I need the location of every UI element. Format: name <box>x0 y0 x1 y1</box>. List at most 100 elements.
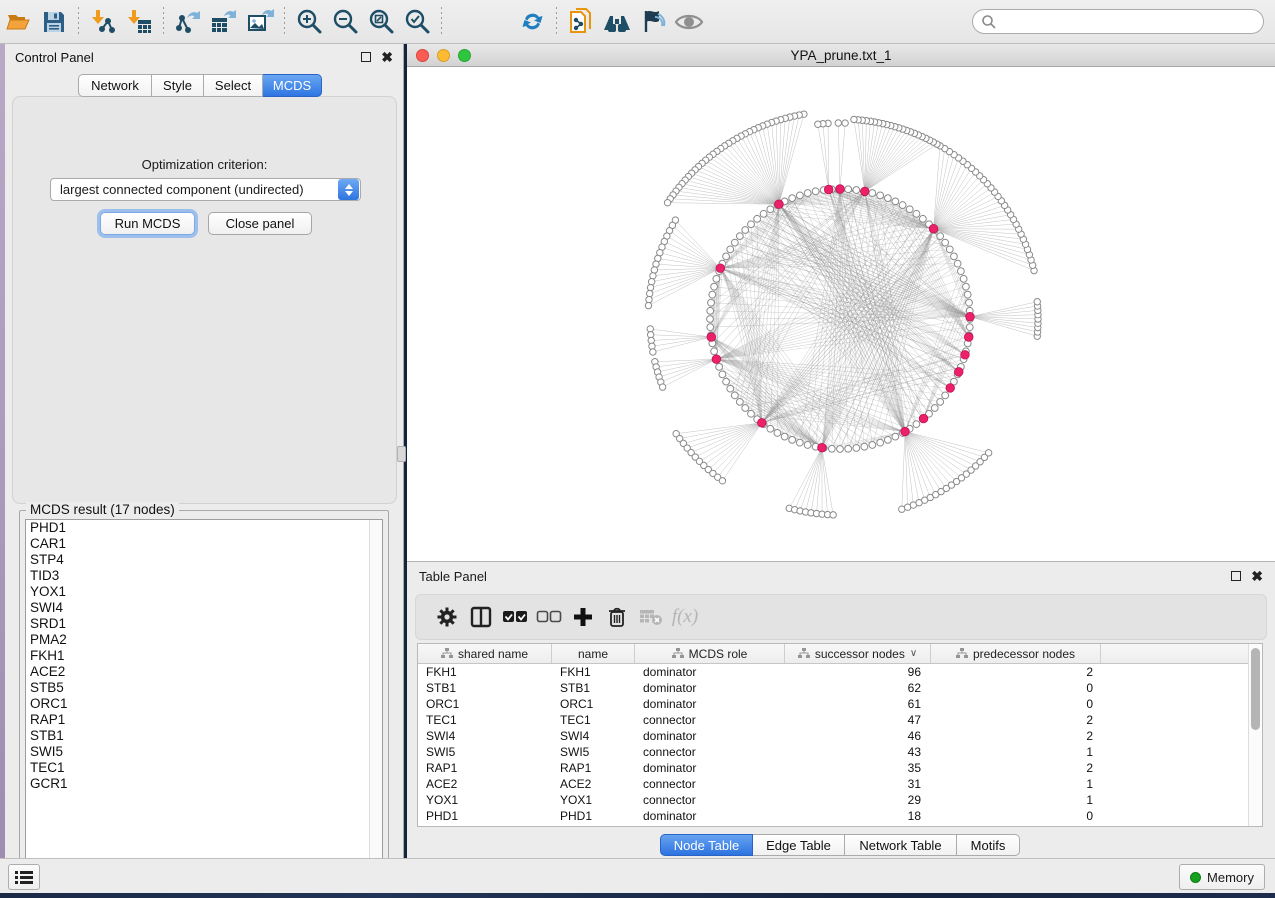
refresh-icon[interactable] <box>517 7 547 37</box>
scrollbar-thumb[interactable] <box>1251 648 1260 730</box>
import-network-icon[interactable] <box>88 7 118 37</box>
search-icon <box>981 14 997 30</box>
float-panel-icon[interactable] <box>1231 571 1241 581</box>
result-node-item[interactable]: TID3 <box>26 568 382 584</box>
network-window-titlebar[interactable]: YPA_prune.txt_1 <box>407 44 1275 67</box>
save-session-icon[interactable] <box>39 7 69 37</box>
select-all-icon[interactable] <box>498 602 532 632</box>
search-box[interactable] <box>972 9 1264 34</box>
column-header-MCDS-role[interactable]: MCDS role <box>635 644 785 663</box>
result-node-item[interactable]: SWI4 <box>26 600 382 616</box>
table-cell: SWI4 <box>552 729 635 743</box>
result-node-item[interactable]: STP4 <box>26 552 382 568</box>
table-cell: 62 <box>785 681 931 695</box>
column-header-successor-nodes[interactable]: successor nodes∨ <box>785 644 931 663</box>
table-cell: FKH1 <box>552 665 635 679</box>
table-row[interactable]: FKH1FKH1dominator962 <box>418 664 1248 680</box>
float-panel-icon[interactable] <box>361 52 371 62</box>
zoom-in-icon[interactable] <box>294 7 324 37</box>
close-panel-button[interactable]: Close panel <box>208 212 312 235</box>
table-cell: 2 <box>931 665 1101 679</box>
tab-select[interactable]: Select <box>204 74 263 97</box>
run-mcds-button[interactable]: Run MCDS <box>100 212 195 235</box>
memory-button[interactable]: Memory <box>1179 864 1265 890</box>
mcds-result-list[interactable]: PHD1CAR1STP4TID3YOX1SWI4SRD1PMA2FKH1ACE2… <box>25 519 383 876</box>
network-window-title: YPA_prune.txt_1 <box>407 48 1275 63</box>
open-file-icon[interactable] <box>3 7 33 37</box>
result-node-item[interactable]: SRD1 <box>26 616 382 632</box>
tab-motifs[interactable]: Motifs <box>957 834 1020 856</box>
result-node-item[interactable]: ORC1 <box>26 696 382 712</box>
table-row[interactable]: SWI4SWI4dominator462 <box>418 728 1248 744</box>
table-scrollbar[interactable] <box>1248 644 1262 826</box>
close-panel-icon[interactable]: ✖ <box>381 52 393 62</box>
zoom-out-icon[interactable] <box>330 7 360 37</box>
table-row[interactable]: SWI5SWI5connector431 <box>418 744 1248 760</box>
table-row[interactable]: STB1STB1dominator620 <box>418 680 1248 696</box>
result-list-scrollbar[interactable] <box>369 520 382 875</box>
table-row[interactable]: TEC1TEC1connector472 <box>418 712 1248 728</box>
table-row[interactable]: PHD1PHD1dominator180 <box>418 808 1248 824</box>
table-row[interactable]: ACE2ACE2connector311 <box>418 776 1248 792</box>
result-node-item[interactable]: RAP1 <box>26 712 382 728</box>
split-panel-icon[interactable] <box>464 602 498 632</box>
network-canvas[interactable] <box>407 67 1275 561</box>
add-column-icon[interactable] <box>566 602 600 632</box>
table-row[interactable]: ORC1ORC1dominator610 <box>418 696 1248 712</box>
split-pane-handle[interactable] <box>397 446 406 462</box>
optimization-criterion-select[interactable]: largest connected component (undirected) <box>50 178 361 201</box>
table-cell: ORC1 <box>418 697 552 711</box>
table-body: FKH1FKH1dominator962STB1STB1dominator620… <box>418 664 1248 826</box>
result-node-item[interactable]: ACE2 <box>26 664 382 680</box>
table-row[interactable]: RAP1RAP1dominator352 <box>418 760 1248 776</box>
task-history-button[interactable] <box>8 864 40 890</box>
search-input[interactable] <box>997 12 1263 32</box>
hide-details-icon[interactable] <box>638 7 668 37</box>
column-header-name[interactable]: name <box>552 644 635 663</box>
tab-edge-table[interactable]: Edge Table <box>753 834 845 856</box>
tab-mcds[interactable]: MCDS <box>263 74 322 97</box>
table-cell: ORC1 <box>552 697 635 711</box>
table-cell: SWI5 <box>552 745 635 759</box>
export-table-icon[interactable] <box>209 7 239 37</box>
toolbar-separator <box>163 7 164 37</box>
share-network-document-icon[interactable] <box>566 7 596 37</box>
result-node-item[interactable]: TEC1 <box>26 760 382 776</box>
binoculars-icon[interactable] <box>602 7 632 37</box>
result-node-item[interactable]: CAR1 <box>26 536 382 552</box>
import-table-icon[interactable] <box>124 7 154 37</box>
tab-network-table[interactable]: Network Table <box>845 834 957 856</box>
result-node-item[interactable]: YOX1 <box>26 584 382 600</box>
result-node-item[interactable]: SWI5 <box>26 744 382 760</box>
gear-icon[interactable] <box>430 602 464 632</box>
table-row[interactable]: YOX1YOX1connector291 <box>418 792 1248 808</box>
result-node-item[interactable]: PHD1 <box>26 520 382 536</box>
column-header-predecessor-nodes[interactable]: predecessor nodes <box>931 644 1101 663</box>
result-node-item[interactable]: STB5 <box>26 680 382 696</box>
node-table: shared namenameMCDS rolesuccessor nodes∨… <box>417 643 1263 827</box>
destroy-table-icon[interactable] <box>634 602 668 632</box>
table-cell: 29 <box>785 793 931 807</box>
result-node-item[interactable]: GCR1 <box>26 776 382 792</box>
result-node-item[interactable]: PMA2 <box>26 632 382 648</box>
zoom-selected-icon[interactable] <box>402 7 432 37</box>
memory-label: Memory <box>1207 870 1254 885</box>
status-bar: Memory <box>0 858 1275 893</box>
tab-node-table[interactable]: Node Table <box>660 834 753 856</box>
close-panel-icon[interactable]: ✖ <box>1251 571 1263 581</box>
table-cell: connector <box>635 745 785 759</box>
delete-icon[interactable] <box>600 602 634 632</box>
eye-icon[interactable] <box>674 7 704 37</box>
table-cell: YOX1 <box>552 793 635 807</box>
result-node-item[interactable]: FKH1 <box>26 648 382 664</box>
control-panel-header: Control Panel ✖ <box>5 44 403 70</box>
export-network-icon[interactable] <box>173 7 203 37</box>
tab-style[interactable]: Style <box>152 74 204 97</box>
export-image-icon[interactable] <box>245 7 275 37</box>
column-header-shared-name[interactable]: shared name <box>418 644 552 663</box>
result-node-item[interactable]: STB1 <box>26 728 382 744</box>
deselect-all-icon[interactable] <box>532 602 566 632</box>
zoom-fit-icon[interactable] <box>366 7 396 37</box>
tab-network[interactable]: Network <box>78 74 152 97</box>
function-builder-icon[interactable]: f(x) <box>668 602 702 632</box>
